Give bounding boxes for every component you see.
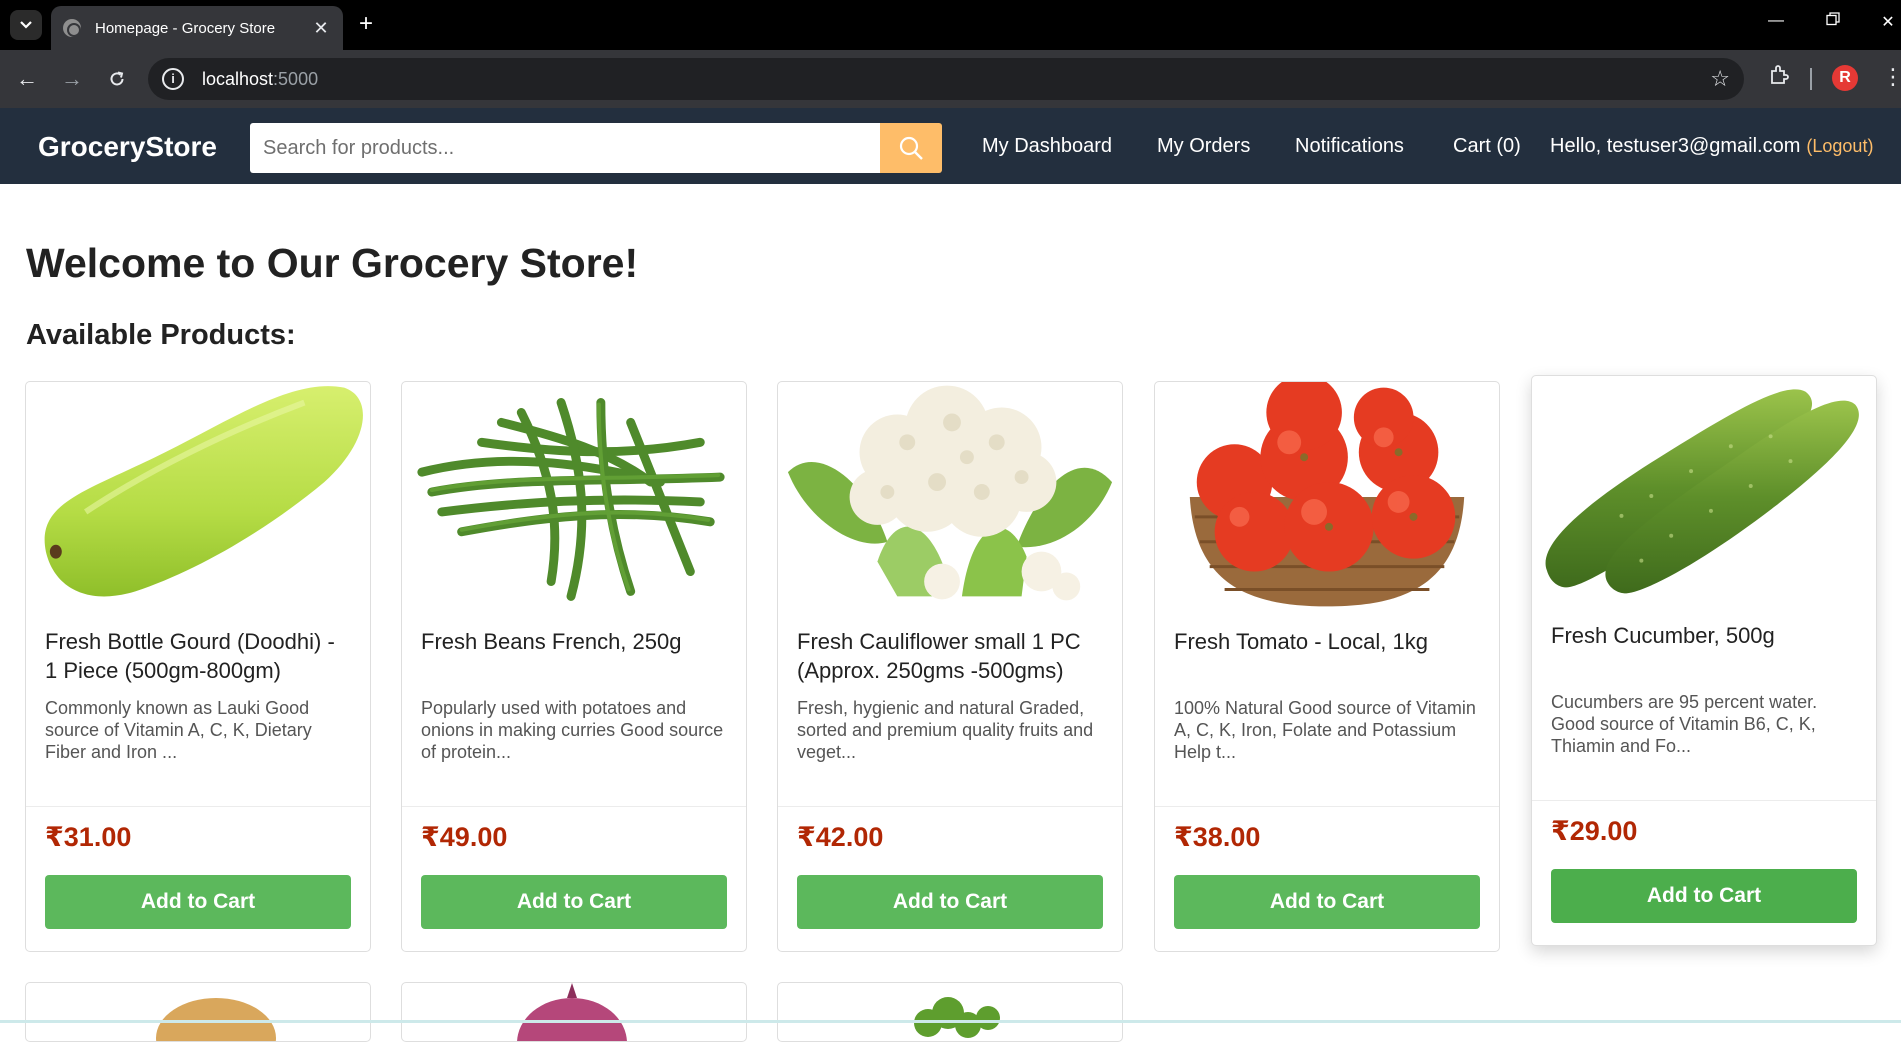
window-close-icon[interactable]: ✕ [1876,12,1900,32]
search-icon [899,136,923,160]
reload-icon[interactable] [102,64,132,94]
product-footer: ₹38.00 Add to Cart [1155,807,1499,944]
product-info: Fresh Tomato - Local, 1kg 100% Natural G… [1155,607,1499,807]
product-info: Fresh Beans French, 250g Popularly used … [402,607,746,807]
product-description: Fresh, hygienic and natural Graded, sort… [797,698,1094,762]
close-icon[interactable]: ✕ [311,18,331,39]
product-description: 100% Natural Good source of Vitamin A, C… [1174,698,1476,762]
tomato-image[interactable] [1155,382,1499,607]
address-bar[interactable]: i localhost:5000 ☆ [148,58,1744,100]
product-name[interactable]: Fresh Bottle Gourd (Doodhi) - 1 Piece (5… [45,627,351,697]
product-info: Fresh Cucumber, 500g Cucumbers are 95 pe… [1532,601,1876,801]
product-price: ₹29.00 [1551,816,1638,846]
browser-tab[interactable]: Homepage - Grocery Store ✕ [51,6,343,50]
onion-image [517,983,627,1041]
site-navbar: GroceryStore My Dashboard My Orders Noti… [0,108,1901,184]
product-footer: ₹42.00 Add to Cart [778,807,1122,944]
url-port: :5000 [273,68,319,89]
minimize-icon[interactable]: — [1764,12,1788,30]
coriander-image [914,997,1000,1038]
product-description: Commonly known as Lauki Good source of V… [45,698,312,762]
tab-search-button[interactable] [10,10,42,40]
product-price: ₹42.00 [797,822,884,852]
product-name[interactable]: Fresh Cauliflower small 1 PC (Approx. 25… [797,627,1103,697]
browser-tab-strip: Homepage - Grocery Store ✕ + — ✕ [0,0,1901,50]
product-footer: ₹49.00 Add to Cart [402,807,746,944]
chevron-down-icon [20,21,32,29]
profile-avatar-icon[interactable]: R [1832,65,1858,91]
forward-arrow-icon[interactable]: → [57,64,87,94]
add-to-cart-button[interactable]: Add to Cart [1174,875,1480,929]
product-card-partial[interactable] [401,982,747,1042]
add-to-cart-button[interactable]: Add to Cart [45,875,351,929]
product-price: ₹38.00 [1174,822,1261,852]
url-host: localhost [202,68,274,89]
product-name[interactable]: Fresh Beans French, 250g [421,627,727,697]
add-to-cart-button[interactable]: Add to Cart [1551,869,1857,923]
product-card-partial[interactable] [777,982,1123,1042]
bookmark-star-icon[interactable]: ☆ [1710,66,1730,92]
product-card: Fresh Beans French, 250g Popularly used … [401,381,747,952]
product-description: Popularly used with potatoes and onions … [421,698,724,762]
product-card-partial[interactable] [25,982,371,1042]
nav-link-orders[interactable]: My Orders [1157,135,1250,158]
more-menu-icon[interactable]: ⋮ [1882,64,1901,90]
tab-title: Homepage - Grocery Store [95,19,276,37]
product-name[interactable]: Fresh Tomato - Local, 1kg [1174,627,1480,697]
product-footer: ₹29.00 Add to Cart [1532,801,1876,938]
nav-link-notifications[interactable]: Notifications [1295,135,1404,158]
restore-icon[interactable] [1821,12,1845,31]
back-arrow-icon[interactable]: ← [12,64,42,94]
product-card: Fresh Cauliflower small 1 PC (Approx. 25… [777,381,1123,952]
site-info-icon[interactable]: i [162,68,184,90]
search-input[interactable] [250,123,880,173]
product-footer: ₹31.00 Add to Cart [26,807,370,944]
nav-link-cart[interactable]: Cart (0) [1453,135,1521,158]
product-info: Fresh Bottle Gourd (Doodhi) - 1 Piece (5… [26,607,370,807]
bottle-gourd-image[interactable] [26,382,370,607]
user-greeting-text: Hello, testuser3@gmail.com [1550,135,1801,157]
cauliflower-image[interactable] [778,382,1122,607]
product-card: Fresh Bottle Gourd (Doodhi) - 1 Piece (5… [25,381,371,952]
logout-link[interactable]: (Logout) [1806,136,1873,156]
add-to-cart-button[interactable]: Add to Cart [421,875,727,929]
extensions-icon[interactable] [1766,64,1792,90]
browser-toolbar: ← → i localhost:5000 ☆ [0,50,1901,108]
search-button[interactable] [880,123,942,173]
product-card: Fresh Cucumber, 500g Cucumbers are 95 pe… [1531,375,1877,946]
add-to-cart-button[interactable]: Add to Cart [797,875,1103,929]
nav-link-dashboard[interactable]: My Dashboard [982,135,1112,158]
product-price: ₹49.00 [421,822,508,852]
product-description: Cucumbers are 95 percent water. Good sou… [1551,692,1818,756]
cucumber-image[interactable] [1532,376,1876,601]
toolbar-separator [1810,68,1812,90]
potato-image [156,998,276,1041]
product-card: Fresh Tomato - Local, 1kg 100% Natural G… [1154,381,1500,952]
beans-image[interactable] [402,382,746,607]
search-bar [250,123,942,173]
brand-logo[interactable]: GroceryStore [38,131,217,163]
section-heading: Available Products: [26,319,296,351]
new-tab-icon[interactable]: + [352,11,380,39]
product-price: ₹31.00 [45,822,132,852]
page-title: Welcome to Our Grocery Store! [26,240,639,286]
product-name[interactable]: Fresh Cucumber, 500g [1551,621,1857,691]
user-greeting: Hello, testuser3@gmail.com (Logout) [1550,135,1873,158]
product-info: Fresh Cauliflower small 1 PC (Approx. 25… [778,607,1122,807]
globe-icon [63,19,81,37]
